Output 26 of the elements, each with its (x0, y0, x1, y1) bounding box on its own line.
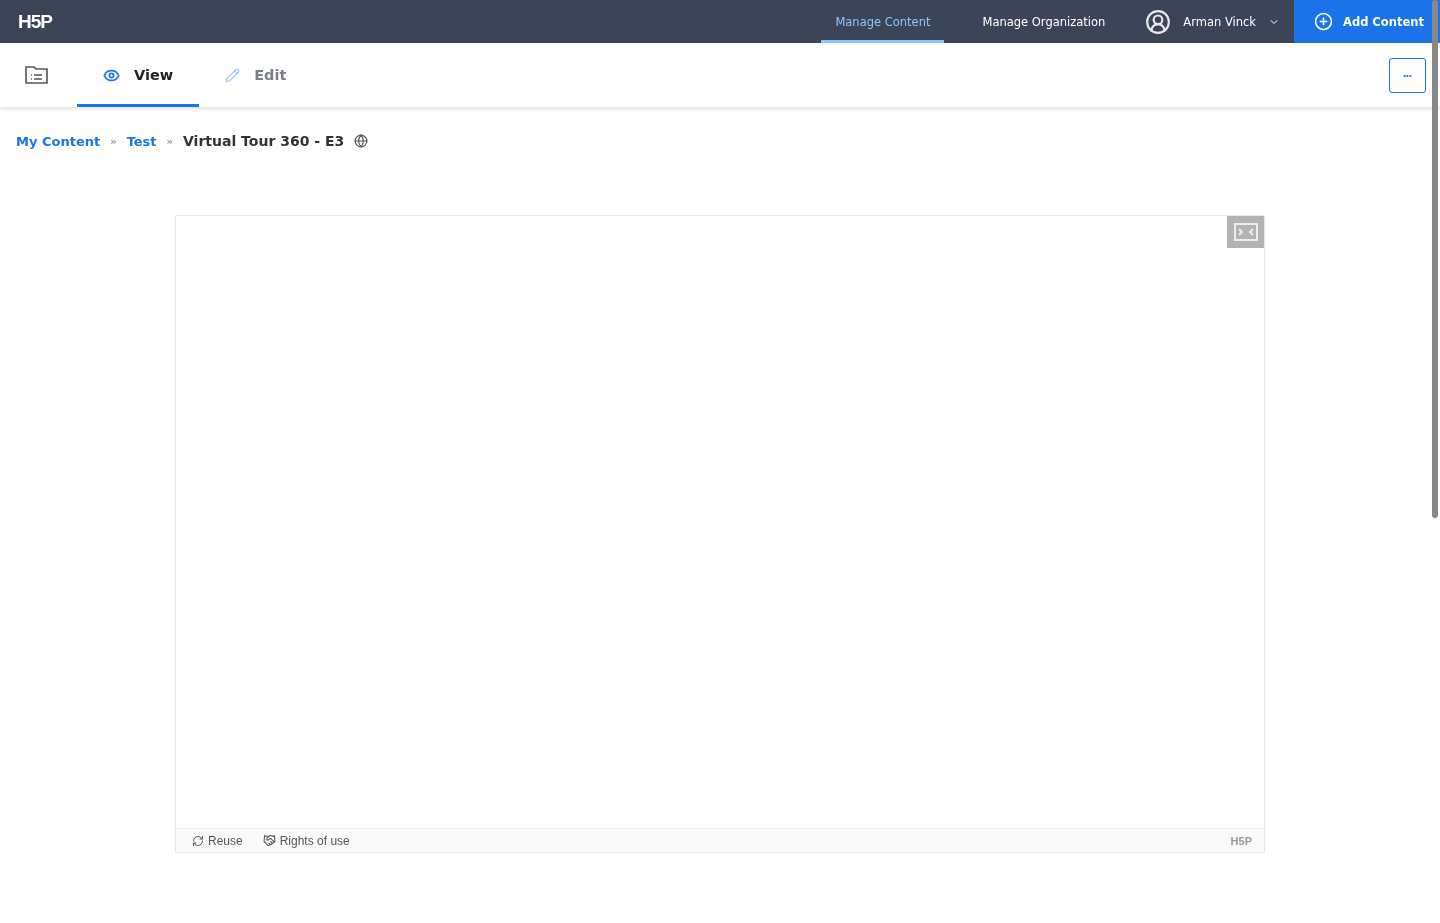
add-content-button[interactable]: Add Content (1294, 0, 1440, 43)
pencil-icon (225, 67, 241, 83)
breadcrumb-separator: » (110, 135, 117, 147)
nav-link[interactable]: Manage Content (821, 0, 945, 43)
user-menu[interactable]: Arman Vinck (1131, 0, 1294, 43)
footer-action[interactable]: Rights of use (262, 833, 350, 848)
content-title: Virtual Tour 360 - E3 (183, 133, 345, 149)
scrollbar[interactable] (1432, 0, 1438, 518)
folder-list-icon[interactable] (24, 64, 50, 86)
tab[interactable]: View (77, 43, 200, 107)
refresh-icon (192, 834, 204, 847)
nav-link[interactable]: Manage Organization (968, 0, 1120, 43)
fullscreen-icon (1233, 223, 1258, 241)
breadcrumb-separator: » (166, 135, 174, 147)
handshake-icon (262, 834, 276, 847)
avatar-icon (1145, 8, 1172, 35)
plus-icon (1314, 12, 1333, 31)
footer-logo: H5P (1230, 834, 1252, 847)
globe-icon (354, 134, 369, 148)
breadcrumb-link[interactable]: My Content (16, 133, 101, 149)
breadcrumb-link[interactable]: Test (126, 133, 157, 149)
more-button[interactable]: ••• (1389, 57, 1426, 93)
logo[interactable]: H5P (18, 10, 52, 33)
tab[interactable]: Edit (199, 43, 313, 107)
fullscreen-button[interactable] (1227, 216, 1264, 248)
footer-action[interactable]: Reuse (192, 833, 243, 848)
